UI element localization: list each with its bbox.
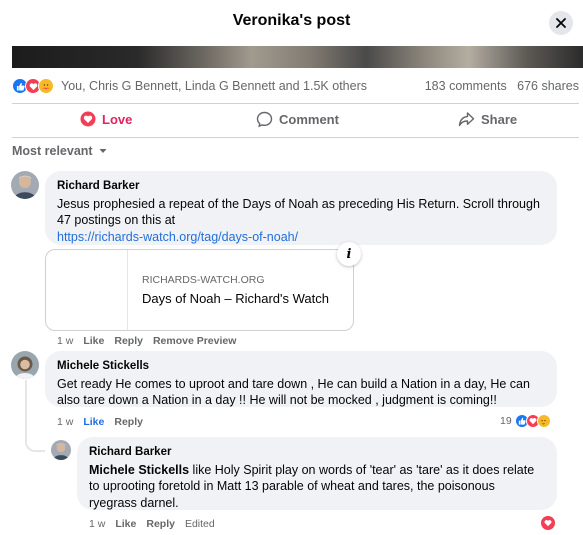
comment-actions: 1 w Like Reply Edited [89, 518, 215, 530]
post-action-bar: Love Comment Share [12, 103, 579, 138]
link-preview-thumbnail [46, 250, 128, 330]
comment-like-button[interactable]: Like [83, 335, 104, 347]
comment-sort-dropdown[interactable]: Most relevant [12, 144, 108, 158]
comment-button[interactable]: Comment [256, 111, 339, 128]
post-image[interactable] [12, 46, 583, 68]
comment-author[interactable]: Richard Barker [57, 178, 545, 195]
comment-actions: 1 w Like Reply [57, 416, 143, 428]
comment-timestamp[interactable]: 1 w [89, 518, 105, 530]
avatar[interactable] [11, 171, 39, 199]
comment-author[interactable]: Michele Stickells [57, 358, 545, 375]
reaction-stats: You, Chris G Bennett, Linda G Bennett an… [12, 76, 579, 96]
share-icon [458, 112, 475, 127]
comment-timestamp[interactable]: 1 w [57, 335, 73, 347]
comment-reply-button[interactable]: Reply [114, 335, 143, 347]
comment-like-button[interactable]: Like [83, 416, 104, 428]
dialog-header: Veronika's post [0, 0, 583, 46]
comment-link[interactable]: https://richards-watch.org/tag/days-of-n… [57, 230, 298, 244]
comment-reply-button[interactable]: Reply [146, 518, 175, 530]
comment-actions: 1 w Like Reply Remove Preview [57, 335, 236, 347]
love-label: Love [102, 111, 133, 127]
shares-count[interactable]: 676 shares [517, 79, 579, 93]
love-icon [80, 111, 96, 127]
comment-text: Michele Stickells like Holy Spirit play … [89, 462, 545, 512]
comment-label: Comment [279, 112, 339, 127]
care-icon [38, 78, 54, 94]
love-button[interactable]: Love [80, 111, 132, 127]
comment-timestamp[interactable]: 1 w [57, 416, 73, 428]
link-preview-domain: RICHARDS-WATCH.ORG [142, 274, 265, 286]
close-icon [556, 18, 566, 28]
sort-label: Most relevant [12, 144, 93, 158]
comment-like-button[interactable]: Like [115, 518, 136, 530]
comment-text: Jesus prophesied a repeat of the Days of… [57, 196, 540, 228]
link-preview-card[interactable]: RICHARDS-WATCH.ORG Days of Noah – Richar… [45, 242, 361, 331]
comment-text: Get ready He comes to uproot and tare do… [57, 376, 530, 408]
comments-count[interactable]: 183 comments [425, 79, 507, 93]
reply-thread-line [25, 380, 45, 452]
comment-share-counts: 183 comments 676 shares [425, 79, 579, 93]
avatar[interactable] [51, 440, 71, 460]
care-icon [536, 414, 551, 428]
comment-bubble: Michele Stickells Get ready He comes to … [45, 351, 557, 407]
comment-reaction-count[interactable]: 19 [500, 414, 551, 428]
reaction-icons[interactable] [12, 78, 54, 94]
comment-reply-button[interactable]: Reply [114, 416, 143, 428]
link-preview-title: Days of Noah – Richard's Watch [142, 291, 329, 306]
edited-label: Edited [184, 518, 215, 530]
share-label: Share [481, 112, 518, 127]
close-button[interactable] [549, 11, 573, 35]
love-icon[interactable] [541, 516, 555, 530]
reactions-summary[interactable]: You, Chris G Bennett, Linda G Bennett an… [61, 79, 367, 93]
avatar[interactable] [11, 351, 39, 379]
comment-icon [256, 111, 273, 128]
info-icon[interactable]: i [337, 242, 361, 266]
remove-preview-button[interactable]: Remove Preview [153, 335, 236, 347]
dialog-title: Veronika's post [232, 12, 351, 29]
caret-down-icon [99, 149, 107, 153]
comment-bubble: Richard Barker Jesus prophesied a repeat… [45, 171, 557, 245]
comment-bubble: Richard Barker Michele Stickells like Ho… [77, 437, 557, 510]
comment-author[interactable]: Richard Barker [89, 444, 545, 461]
reaction-count: 19 [500, 415, 512, 427]
mention-link[interactable]: Michele Stickells [89, 463, 189, 477]
share-button[interactable]: Share [458, 111, 517, 128]
